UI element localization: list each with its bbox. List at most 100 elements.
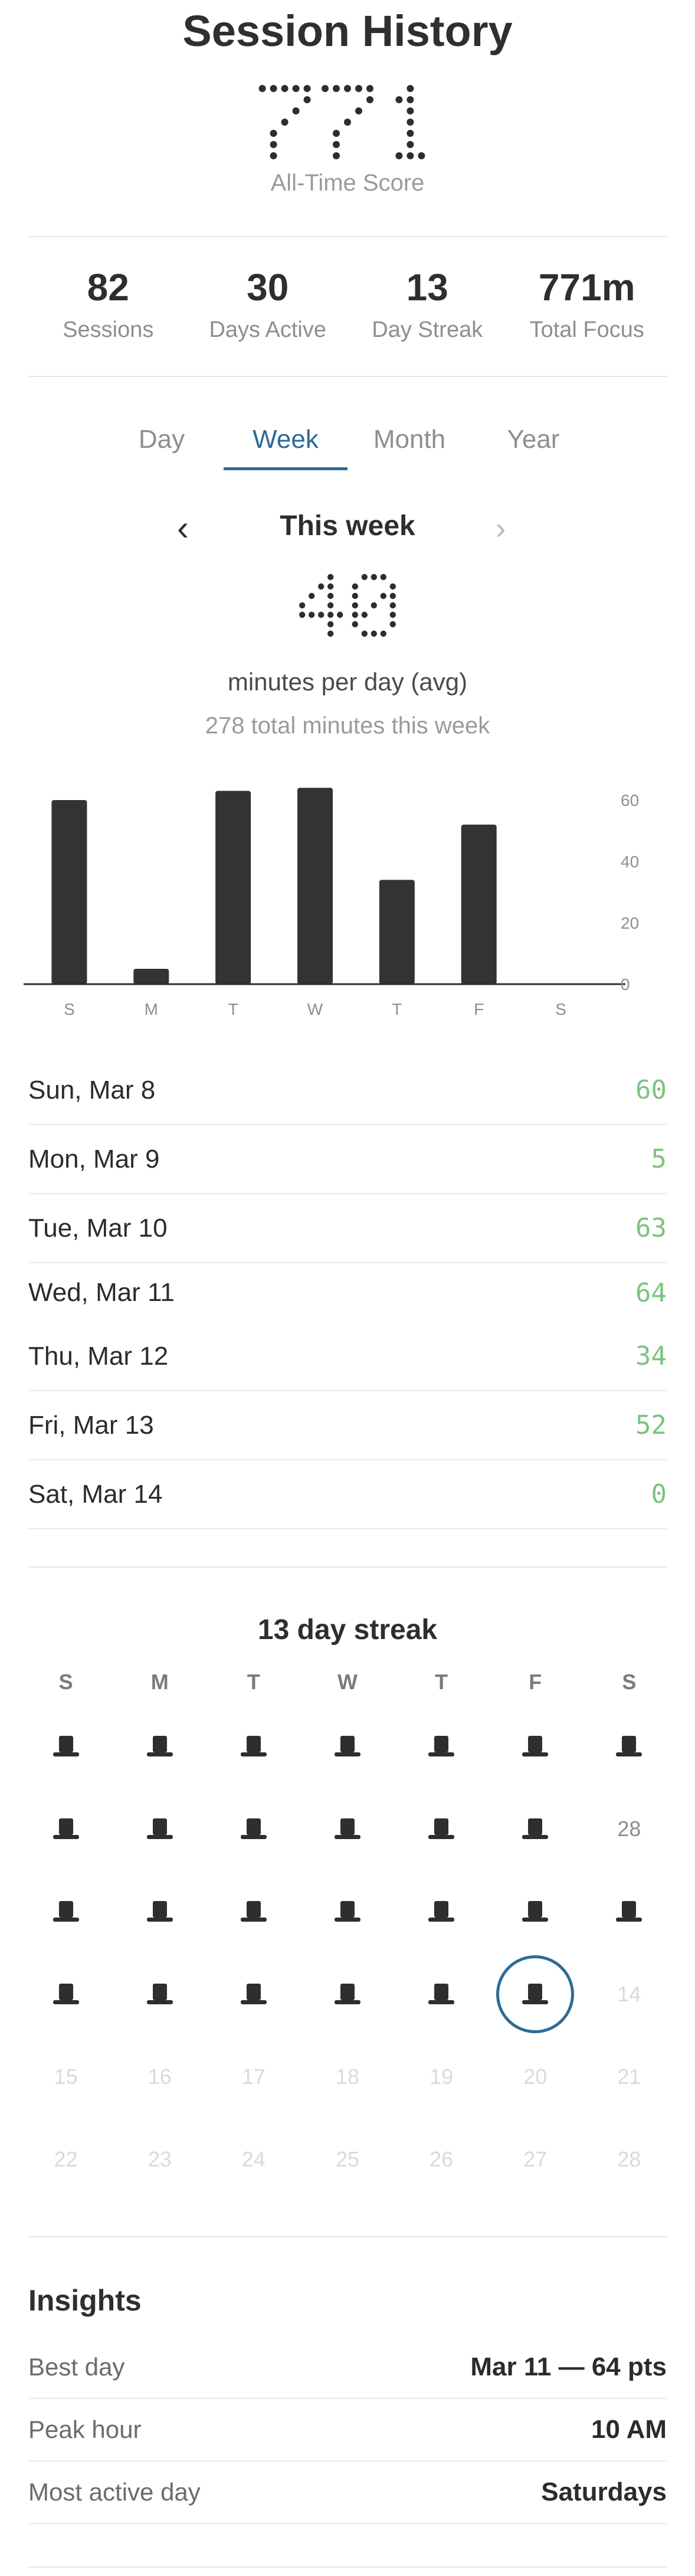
calendar-day[interactable]: 20	[489, 2036, 582, 2118]
calendar-day[interactable]	[19, 1788, 113, 1870]
calendar-day[interactable]	[395, 1870, 489, 1953]
tab-month[interactable]: Month	[348, 425, 471, 470]
calendar-day[interactable]: 18	[300, 2036, 394, 2118]
calendar-day[interactable]	[582, 1705, 676, 1788]
list-item[interactable]: Sun, Mar 8 60	[28, 1056, 667, 1125]
top-hat-icon	[53, 1984, 79, 2004]
calendar-day[interactable]	[489, 1788, 582, 1870]
stat-value: 30	[247, 266, 289, 309]
list-item[interactable]: Mon, Mar 9 5	[28, 1125, 667, 1194]
tab-week[interactable]: Week	[224, 425, 348, 470]
insight-label: Most active day	[28, 2478, 201, 2506]
list-item[interactable]: Thu, Mar 12 34	[28, 1322, 667, 1391]
calendar-day[interactable]	[206, 1705, 300, 1788]
calendar-day[interactable]	[395, 1705, 489, 1788]
calendar-day[interactable]: 25	[300, 2118, 394, 2201]
top-hat-icon	[522, 1736, 549, 1756]
day-value: 63	[635, 1213, 667, 1243]
calendar-day[interactable]	[113, 1870, 206, 1953]
calendar-day[interactable]: 23	[113, 2118, 206, 2201]
y-tick-label: 0	[621, 975, 630, 994]
list-item[interactable]: Fri, Mar 13 52	[28, 1391, 667, 1460]
x-tick-label: T	[228, 1000, 238, 1018]
calendar-day[interactable]	[582, 1870, 676, 1953]
calendar-day[interactable]	[19, 1705, 113, 1788]
day-value: 34	[635, 1341, 667, 1371]
top-hat-icon	[53, 1736, 79, 1756]
streak-calendar: S M T W T F S 28 14 15 16 17 18 19 20 21 22 23 24 25 26 27 28	[19, 1670, 676, 2201]
calendar-day[interactable]: 14	[582, 1953, 676, 2036]
weekday-label: S	[58, 1670, 73, 1694]
weekday-label: M	[150, 1670, 169, 1694]
calendar-weekday-header: SMTWTFS	[19, 1670, 676, 1705]
stat-days-active: 30 Days Active	[188, 266, 348, 343]
calendar-day[interactable]: 26	[395, 2118, 489, 2201]
calendar-day[interactable]: 27	[489, 2118, 582, 2201]
calendar-day[interactable]: 16	[113, 2036, 206, 2118]
x-tick-label: S	[64, 1000, 75, 1018]
stat-value: 82	[87, 266, 129, 309]
calendar-day[interactable]	[206, 1788, 300, 1870]
insight-value: Saturdays	[541, 2477, 667, 2506]
weekday-label: T	[247, 1670, 260, 1694]
calendar-day[interactable]	[300, 1705, 394, 1788]
chart-bar[interactable]	[51, 800, 87, 984]
stat-label: Days Active	[209, 317, 327, 342]
top-hat-icon	[240, 1736, 267, 1756]
calendar-day-today[interactable]	[489, 1953, 582, 2036]
calendar-day[interactable]	[19, 1870, 113, 1953]
calendar-day[interactable]: 22	[19, 2118, 113, 2201]
calendar-day[interactable]: 19	[395, 2036, 489, 2118]
calendar-day[interactable]: 17	[206, 2036, 300, 2118]
list-item[interactable]: Sat, Mar 14 0	[28, 1460, 667, 1529]
calendar-day[interactable]	[395, 1953, 489, 2036]
insight-peak-hour: Peak hour 10 AM	[28, 2399, 667, 2462]
chevron-right-icon[interactable]: ›	[496, 511, 506, 546]
chart-bar[interactable]	[297, 788, 333, 984]
day-name: Mon, Mar 9	[28, 1144, 160, 1174]
calendar-week: 28	[19, 1788, 676, 1870]
top-hat-icon	[428, 1901, 455, 1922]
calendar-day[interactable]	[113, 1953, 206, 2036]
average-label: minutes per day (avg)	[227, 668, 468, 696]
day-name: Sun, Mar 8	[28, 1075, 156, 1105]
calendar-day[interactable]	[300, 1788, 394, 1870]
calendar-day[interactable]: 24	[206, 2118, 300, 2201]
calendar-day[interactable]	[489, 1705, 582, 1788]
chart-bar[interactable]	[379, 880, 415, 984]
calendar-day[interactable]	[206, 1953, 300, 2036]
calendar-day[interactable]	[300, 1953, 394, 2036]
tab-year[interactable]: Year	[471, 425, 595, 470]
calendar-day[interactable]: 21	[582, 2036, 676, 2118]
divider	[28, 2567, 667, 2568]
week-navigator: ‹ This week ›	[0, 507, 695, 549]
top-hat-icon	[240, 1818, 267, 1839]
calendar-day[interactable]	[489, 1870, 582, 1953]
x-tick-label: M	[145, 1000, 158, 1018]
top-hat-icon	[146, 1901, 173, 1922]
tab-day[interactable]: Day	[100, 425, 224, 470]
divider	[28, 1566, 667, 1568]
y-tick-label: 40	[621, 853, 639, 871]
calendar-day[interactable]	[113, 1705, 206, 1788]
day-value: 64	[635, 1277, 667, 1308]
calendar-day[interactable]: 28	[582, 1788, 676, 1870]
insight-best-day: Best day Mar 11 — 64 pts	[28, 2336, 667, 2399]
top-hat-icon	[616, 1901, 642, 1922]
calendar-day[interactable]: 28	[582, 2118, 676, 2201]
calendar-day[interactable]	[19, 1953, 113, 2036]
day-value: 52	[635, 1410, 667, 1440]
chart-bar[interactable]	[215, 791, 251, 984]
calendar-day[interactable]	[300, 1870, 394, 1953]
x-tick-label: W	[307, 1000, 323, 1018]
chart-bar[interactable]	[133, 969, 169, 984]
calendar-day[interactable]	[206, 1870, 300, 1953]
calendar-day[interactable]	[113, 1788, 206, 1870]
top-hat-icon	[146, 1984, 173, 2004]
top-hat-icon	[146, 1818, 173, 1839]
calendar-day[interactable]	[395, 1788, 489, 1870]
list-item[interactable]: Tue, Mar 10 63	[28, 1194, 667, 1263]
calendar-day[interactable]: 15	[19, 2036, 113, 2118]
chart-bar[interactable]	[461, 824, 497, 984]
list-item[interactable]: Wed, Mar 11 64	[28, 1263, 667, 1322]
